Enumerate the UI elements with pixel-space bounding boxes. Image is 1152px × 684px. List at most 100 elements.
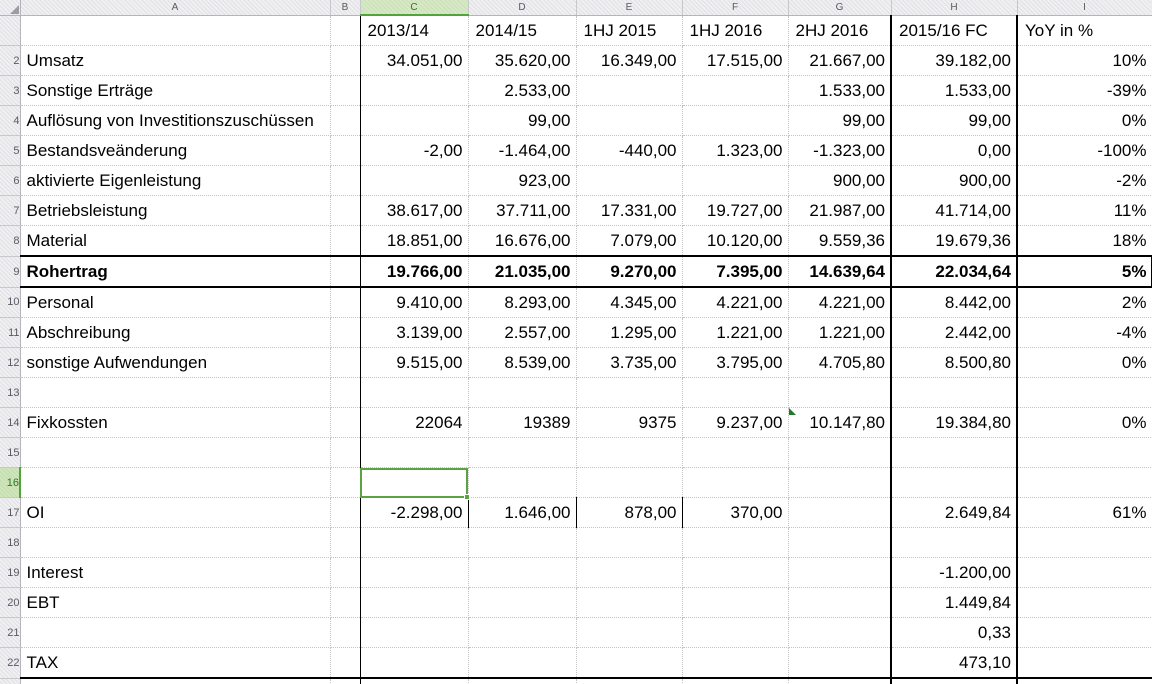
cell-b2[interactable] (330, 45, 361, 76)
cell-c6[interactable] (359, 165, 469, 196)
cell-c4[interactable] (359, 105, 469, 136)
cell-h8[interactable]: 19.679,36 (891, 225, 1018, 257)
cell-a16[interactable] (20, 467, 331, 498)
cell-d9[interactable]: 21.035,00 (468, 255, 577, 288)
cell-e20[interactable] (576, 587, 683, 618)
cell-g16[interactable] (788, 467, 892, 498)
cell-a21[interactable] (20, 617, 331, 648)
cell-c20[interactable] (359, 587, 469, 618)
cell-g6[interactable]: 900,00 (788, 165, 892, 196)
cell-a2[interactable]: Umsatz (20, 45, 331, 76)
cell-b14[interactable] (330, 407, 361, 438)
cell-h5[interactable]: 0,00 (891, 135, 1018, 166)
cell-g4[interactable]: 99,00 (788, 105, 892, 136)
cell-h10[interactable]: 8.442,00 (891, 287, 1018, 318)
cell-d8[interactable]: 16.676,00 (468, 225, 577, 257)
cell-b6[interactable] (330, 165, 361, 196)
cell-a4[interactable]: Auflösung von Investitionszuschüssen (20, 105, 331, 136)
cell-d1[interactable]: 2014/15 (468, 15, 577, 46)
cell-h21[interactable]: 0,33 (891, 617, 1018, 648)
cell-b8[interactable] (330, 225, 361, 257)
cell-d12[interactable]: 8.539,00 (468, 347, 577, 378)
cell-f9[interactable]: 7.395,00 (682, 255, 789, 288)
column-header-d[interactable]: D (468, 0, 577, 16)
cell-h1[interactable]: 2015/16 FC (891, 15, 1018, 46)
cell-e13[interactable] (576, 377, 683, 408)
cell-h18[interactable] (891, 527, 1018, 558)
cell-f3[interactable] (682, 75, 789, 106)
row-header-21[interactable]: 21 (0, 617, 21, 648)
cell-b19[interactable] (330, 557, 361, 588)
cell-e18[interactable] (576, 527, 683, 558)
cell-c14[interactable]: 22064 (359, 407, 469, 438)
cell-g3[interactable]: 1.533,00 (788, 75, 892, 106)
cell-e14[interactable]: 9375 (576, 407, 683, 438)
cell-d15[interactable] (468, 437, 577, 468)
cell-g20[interactable] (788, 587, 892, 618)
cell-i13[interactable] (1017, 377, 1152, 408)
cell-i23[interactable] (1017, 677, 1152, 684)
cell-i19[interactable] (1017, 557, 1152, 588)
cell-a13[interactable] (20, 377, 331, 408)
cell-e2[interactable]: 16.349,00 (576, 45, 683, 76)
cell-i21[interactable] (1017, 617, 1152, 648)
cell-b16[interactable] (330, 467, 361, 498)
cell-f20[interactable] (682, 587, 789, 618)
cell-i15[interactable] (1017, 437, 1152, 468)
cell-e19[interactable] (576, 557, 683, 588)
row-header-2[interactable]: 2 (0, 45, 21, 76)
cell-a23[interactable]: EAT (20, 677, 331, 684)
cell-h11[interactable]: 2.442,00 (891, 317, 1018, 348)
cell-h20[interactable]: 1.449,84 (891, 587, 1018, 618)
cell-i16[interactable] (1017, 467, 1152, 498)
cell-h3[interactable]: 1.533,00 (891, 75, 1018, 106)
row-header-16[interactable]: 16 (0, 467, 21, 498)
cell-f8[interactable]: 10.120,00 (682, 225, 789, 257)
cell-b4[interactable] (330, 105, 361, 136)
cell-c5[interactable]: -2,00 (359, 135, 469, 166)
cell-g17[interactable] (788, 497, 892, 528)
cell-d16[interactable] (468, 467, 577, 498)
cell-f18[interactable] (682, 527, 789, 558)
cell-i14[interactable]: 0% (1017, 407, 1152, 438)
cell-b1[interactable] (330, 15, 361, 46)
cell-i9[interactable]: 5% (1017, 255, 1152, 288)
cell-f12[interactable]: 3.795,00 (682, 347, 789, 378)
cell-c18[interactable] (359, 527, 469, 558)
cell-c3[interactable] (359, 75, 469, 106)
cell-c10[interactable]: 9.410,00 (359, 287, 469, 318)
spreadsheet-canvas[interactable]: A B C D E F G H I 2013/14 2014/15 1HJ 20… (0, 0, 1152, 684)
row-header-5[interactable]: 5 (0, 135, 21, 166)
cell-a5[interactable]: Bestandsveänderung (20, 135, 331, 166)
column-header-c[interactable]: C (360, 0, 469, 16)
row-header-7[interactable]: 7 (0, 195, 21, 226)
cell-g11[interactable]: 1.221,00 (788, 317, 892, 348)
cell-d6[interactable]: 923,00 (468, 165, 577, 196)
cell-f11[interactable]: 1.221,00 (682, 317, 789, 348)
cell-e1[interactable]: 1HJ 2015 (576, 15, 683, 46)
spreadsheet-grid[interactable]: A B C D E F G H I 2013/14 2014/15 1HJ 20… (0, 0, 1152, 684)
cell-g2[interactable]: 21.667,00 (788, 45, 892, 76)
cell-f19[interactable] (682, 557, 789, 588)
cell-i2[interactable]: 10% (1017, 45, 1152, 76)
cell-b11[interactable] (330, 317, 361, 348)
cell-a8[interactable]: Material (20, 225, 331, 257)
cell-a22[interactable]: TAX (20, 647, 331, 679)
cell-e11[interactable]: 1.295,00 (576, 317, 683, 348)
cell-f15[interactable] (682, 437, 789, 468)
cell-b10[interactable] (330, 287, 361, 318)
cell-g9[interactable]: 14.639,64 (788, 255, 892, 288)
cell-c15[interactable] (359, 437, 469, 468)
cell-h17[interactable]: 2.649,84 (891, 497, 1018, 528)
cell-c9[interactable]: 19.766,00 (359, 255, 469, 288)
cell-c8[interactable]: 18.851,00 (359, 225, 469, 257)
cell-c22[interactable] (359, 647, 469, 679)
cell-b18[interactable] (330, 527, 361, 558)
cell-d4[interactable]: 99,00 (468, 105, 577, 136)
cell-i17[interactable]: 61% (1017, 497, 1152, 528)
cell-i11[interactable]: -4% (1017, 317, 1152, 348)
cell-b20[interactable] (330, 587, 361, 618)
cell-d18[interactable] (468, 527, 577, 558)
cell-h22[interactable]: 473,10 (891, 647, 1018, 679)
cell-e7[interactable]: 17.331,00 (576, 195, 683, 226)
